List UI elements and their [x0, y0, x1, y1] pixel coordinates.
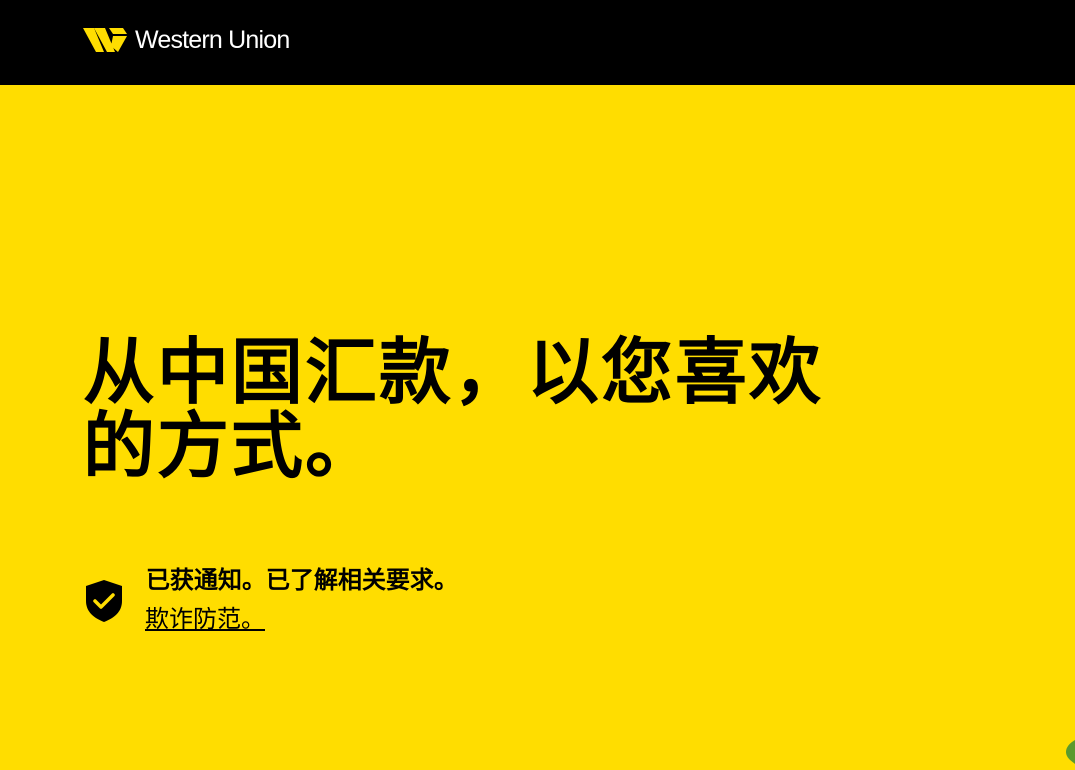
- fraud-notice: 已获通知。已了解相关要求。 欺诈防范。: [85, 565, 605, 635]
- western-union-logo-icon: [83, 28, 127, 52]
- brand-name: Western Union: [135, 26, 290, 54]
- hero-section: 从中国汇款，以您喜欢的方式。 已获通知。已了解相关要求。 欺诈防范。: [0, 85, 1075, 764]
- western-union-logo[interactable]: Western Union: [83, 24, 290, 56]
- notice-text: 已获通知。已了解相关要求。: [146, 566, 458, 594]
- fraud-prevention-link[interactable]: 欺诈防范。: [145, 603, 265, 635]
- top-navigation-bar: Western Union: [0, 0, 1075, 85]
- shield-check-icon: [86, 580, 122, 622]
- leaf-decoration-icon: [1065, 740, 1075, 764]
- page-headline: 从中国汇款，以您喜欢的方式。: [83, 330, 824, 488]
